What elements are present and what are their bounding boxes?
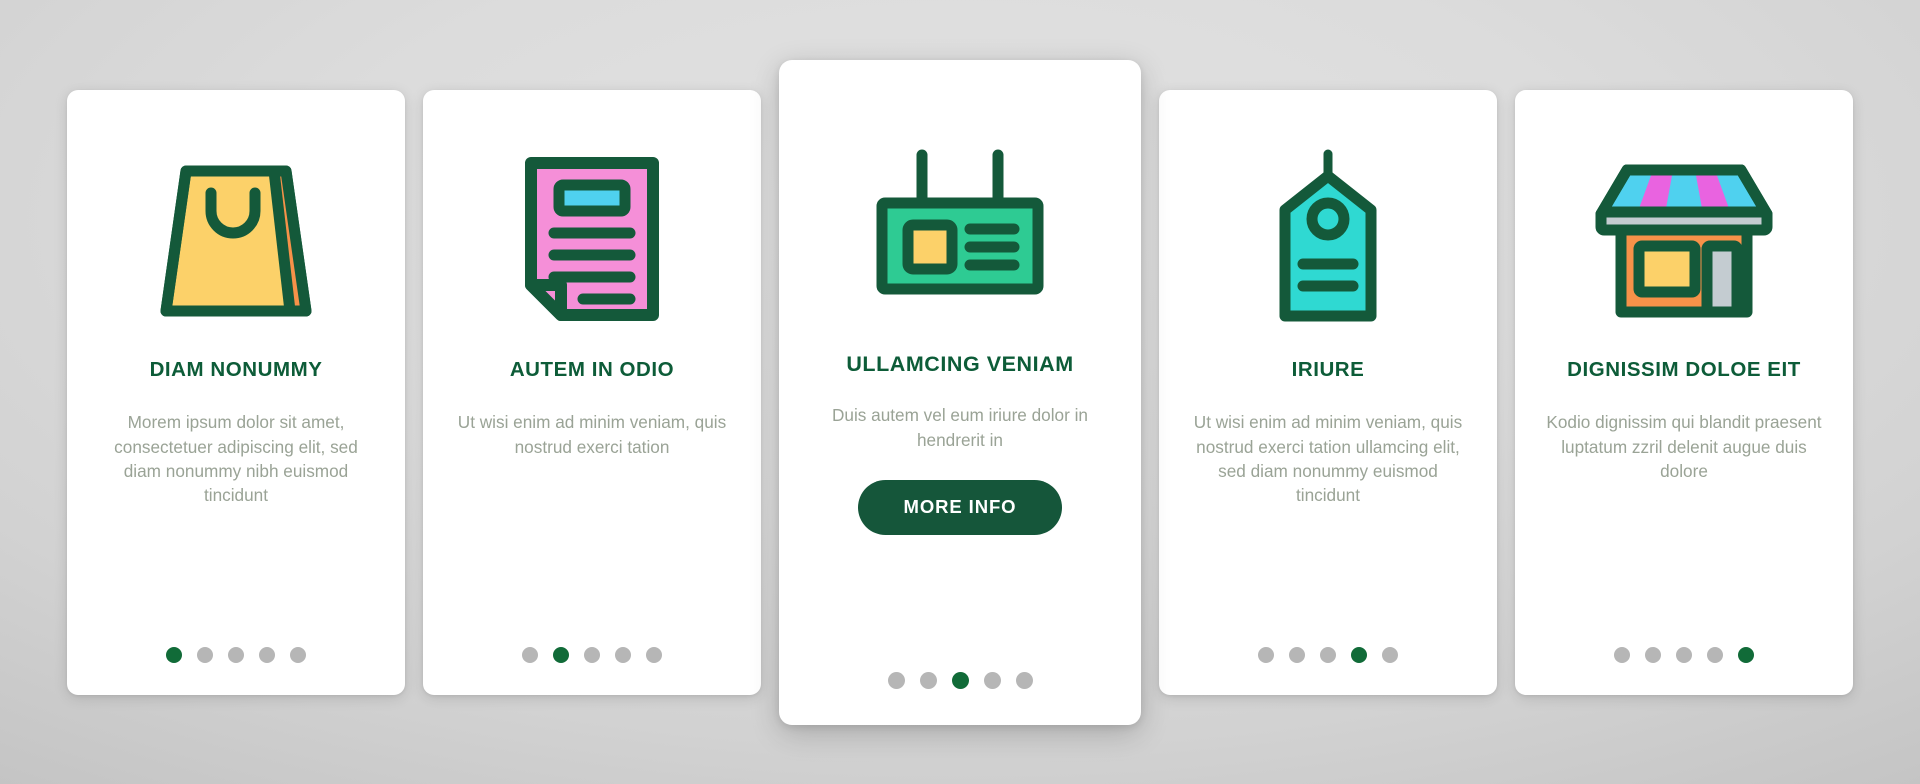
card-body-text: Morem ipsum dolor sit amet, consectetuer…	[114, 412, 358, 506]
pagination-dot-1[interactable]	[522, 646, 538, 663]
card-title: DIGNISSIM DOLOE EIT	[1567, 357, 1801, 381]
pagination-dot-4[interactable]	[1707, 646, 1723, 663]
pagination-dot-2[interactable]	[1645, 646, 1661, 663]
onboarding-card-diam-nonummy[interactable]: DIAM NONUMMY Morem ipsum dolor sit amet,…	[67, 89, 405, 695]
pagination-dot-3[interactable]	[951, 671, 969, 689]
more-info-button[interactable]: MORE INFO	[857, 480, 1063, 535]
document-icon	[445, 124, 739, 354]
pagination-dot-5[interactable]	[290, 646, 306, 663]
card-body-text: Ut wisi enim ad minim veniam, quis nostr…	[457, 412, 727, 457]
card-title: IRIURE	[1291, 357, 1365, 381]
pagination-dot-2[interactable]	[919, 671, 937, 689]
pagination-dot-4[interactable]	[1351, 646, 1367, 663]
pagination-dot-5[interactable]	[646, 646, 662, 663]
pagination-dot-4[interactable]	[983, 671, 1001, 689]
pagination-dot-2[interactable]	[197, 646, 213, 663]
pagination-dot-5[interactable]	[1015, 671, 1033, 689]
pagination-dots[interactable]	[522, 646, 662, 667]
pagination-dot-3[interactable]	[1320, 646, 1336, 663]
pagination-dots[interactable]	[1258, 646, 1398, 667]
card-title: ULLAMCING VENIAM	[846, 351, 1074, 376]
pagination-dots[interactable]	[887, 671, 1033, 693]
pagination-dot-1[interactable]	[1258, 646, 1274, 663]
pagination-dot-2[interactable]	[1289, 646, 1305, 663]
card-title: AUTEM IN ODIO	[509, 357, 675, 381]
pagination-dot-3[interactable]	[228, 646, 244, 663]
card-body-text: Duis autem vel eum iriure dolor in hendr…	[831, 405, 1088, 450]
pagination-dot-4[interactable]	[615, 646, 631, 663]
pagination-dot-1[interactable]	[166, 646, 182, 663]
card-body-text: Ut wisi enim ad minim veniam, quis nostr…	[1193, 412, 1463, 506]
pagination-dot-5[interactable]	[1738, 646, 1754, 663]
onboarding-card-ullamcing-veniam[interactable]: ULLAMCING VENIAM Duis autem vel eum iriu…	[779, 59, 1141, 725]
pagination-dot-4[interactable]	[259, 646, 275, 663]
pagination-dot-5[interactable]	[1382, 646, 1398, 663]
pagination-dot-2[interactable]	[553, 646, 569, 663]
card-title: DIAM NONUMMY	[149, 357, 323, 381]
onboarding-card-dignissim-doloe-eit[interactable]: DIGNISSIM DOLOE EIT Kodio dignissim qui …	[1515, 89, 1853, 695]
pagination-dot-1[interactable]	[887, 671, 905, 689]
shopping-bag-icon	[89, 124, 383, 354]
onboarding-screens-container: DIAM NONUMMY Morem ipsum dolor sit amet,…	[0, 0, 1920, 784]
price-tag-icon	[1181, 124, 1475, 354]
pagination-dots[interactable]	[1614, 646, 1754, 667]
onboarding-card-autem-in-odio[interactable]: AUTEM IN ODIO Ut wisi enim ad minim veni…	[423, 89, 761, 695]
card-body-text: Kodio dignissim qui blandit praesent lup…	[1546, 412, 1822, 481]
billboard-sign-icon	[803, 100, 1117, 348]
pagination-dot-1[interactable]	[1614, 646, 1630, 663]
pagination-dot-3[interactable]	[584, 646, 600, 663]
storefront-icon	[1537, 124, 1831, 354]
pagination-dot-3[interactable]	[1676, 646, 1692, 663]
pagination-dots[interactable]	[166, 646, 306, 667]
onboarding-card-iriure[interactable]: IRIURE Ut wisi enim ad minim veniam, qui…	[1159, 89, 1497, 695]
